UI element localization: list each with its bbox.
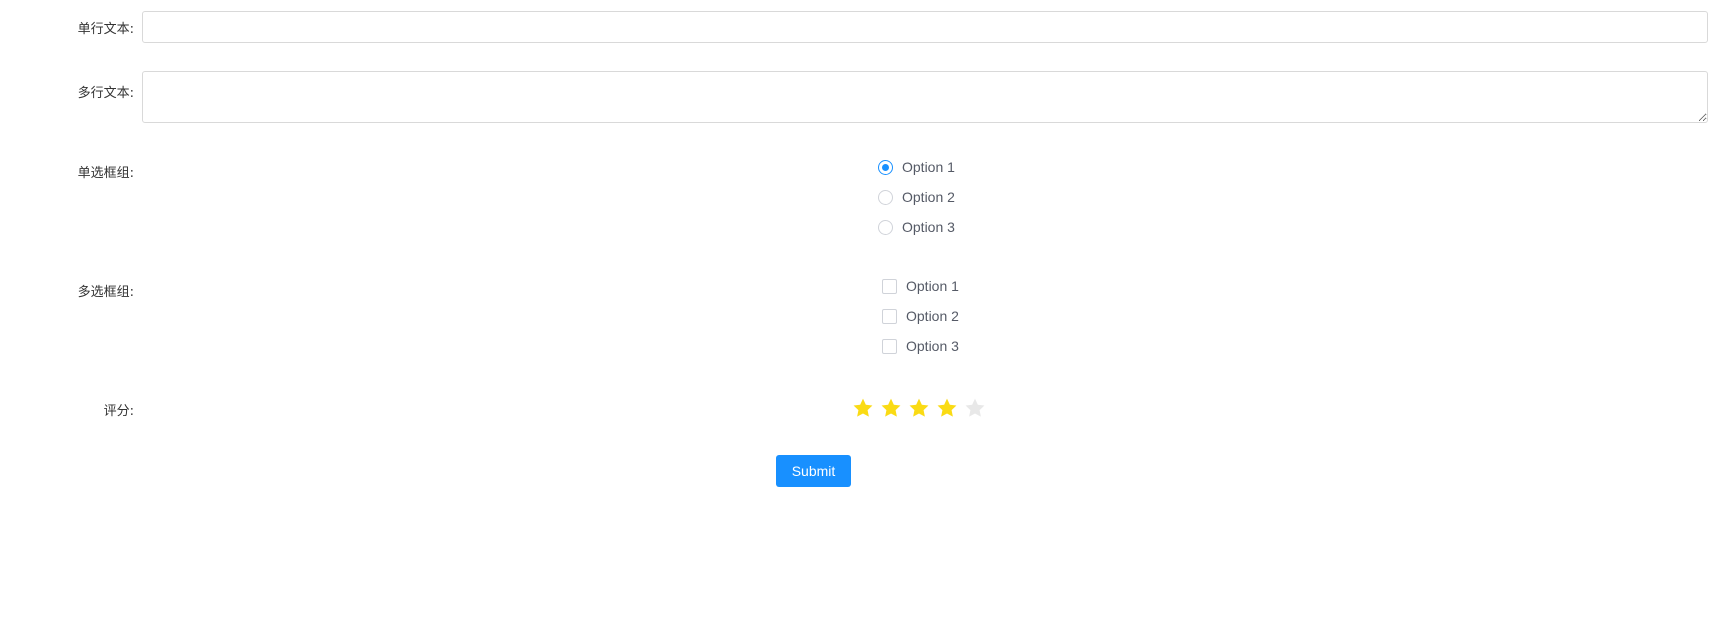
submit-button[interactable]: Submit	[776, 455, 851, 487]
radio-button[interactable]	[878, 159, 893, 175]
checkbox-option-1[interactable]: Option 1	[882, 271, 959, 301]
multi-line-textarea[interactable]	[142, 71, 1708, 123]
star-icon[interactable]	[964, 397, 986, 419]
star-icon[interactable]	[936, 397, 958, 419]
radio-group-label: 单选框组:	[77, 166, 134, 181]
rating-label: 评分:	[103, 404, 134, 419]
star-icon[interactable]	[880, 397, 902, 419]
form: 单行文本: 多行文本: 单选框组: Option 1 Option 2 Opti…	[0, 0, 1712, 624]
checkbox-option-3[interactable]: Option 3	[882, 331, 959, 361]
checkbox[interactable]	[882, 338, 897, 354]
checkbox-option-label: Option 2	[906, 308, 959, 324]
radio-option-label: Option 2	[902, 189, 955, 205]
single-line-input[interactable]	[142, 11, 1708, 43]
checkbox-option-label: Option 1	[906, 278, 959, 294]
checkbox-option-2[interactable]: Option 2	[882, 301, 959, 331]
checkbox[interactable]	[882, 308, 897, 324]
radio-option-2[interactable]: Option 2	[878, 182, 955, 212]
checkbox-option-label: Option 3	[906, 338, 959, 354]
star-rating	[852, 397, 992, 419]
star-icon[interactable]	[908, 397, 930, 419]
checkbox[interactable]	[882, 278, 897, 294]
star-icon[interactable]	[852, 397, 874, 419]
checkbox-group: Option 1 Option 2 Option 3	[882, 271, 959, 361]
radio-option-label: Option 1	[902, 159, 955, 175]
multi-line-label: 多行文本:	[77, 86, 134, 101]
radio-button[interactable]	[878, 189, 893, 205]
single-line-label: 单行文本:	[77, 22, 134, 37]
radio-button[interactable]	[878, 219, 893, 235]
checkbox-group-label: 多选框组:	[77, 285, 134, 300]
radio-option-1[interactable]: Option 1	[878, 152, 955, 182]
radio-group: Option 1 Option 2 Option 3	[878, 152, 955, 242]
radio-option-label: Option 3	[902, 219, 955, 235]
radio-option-3[interactable]: Option 3	[878, 212, 955, 242]
